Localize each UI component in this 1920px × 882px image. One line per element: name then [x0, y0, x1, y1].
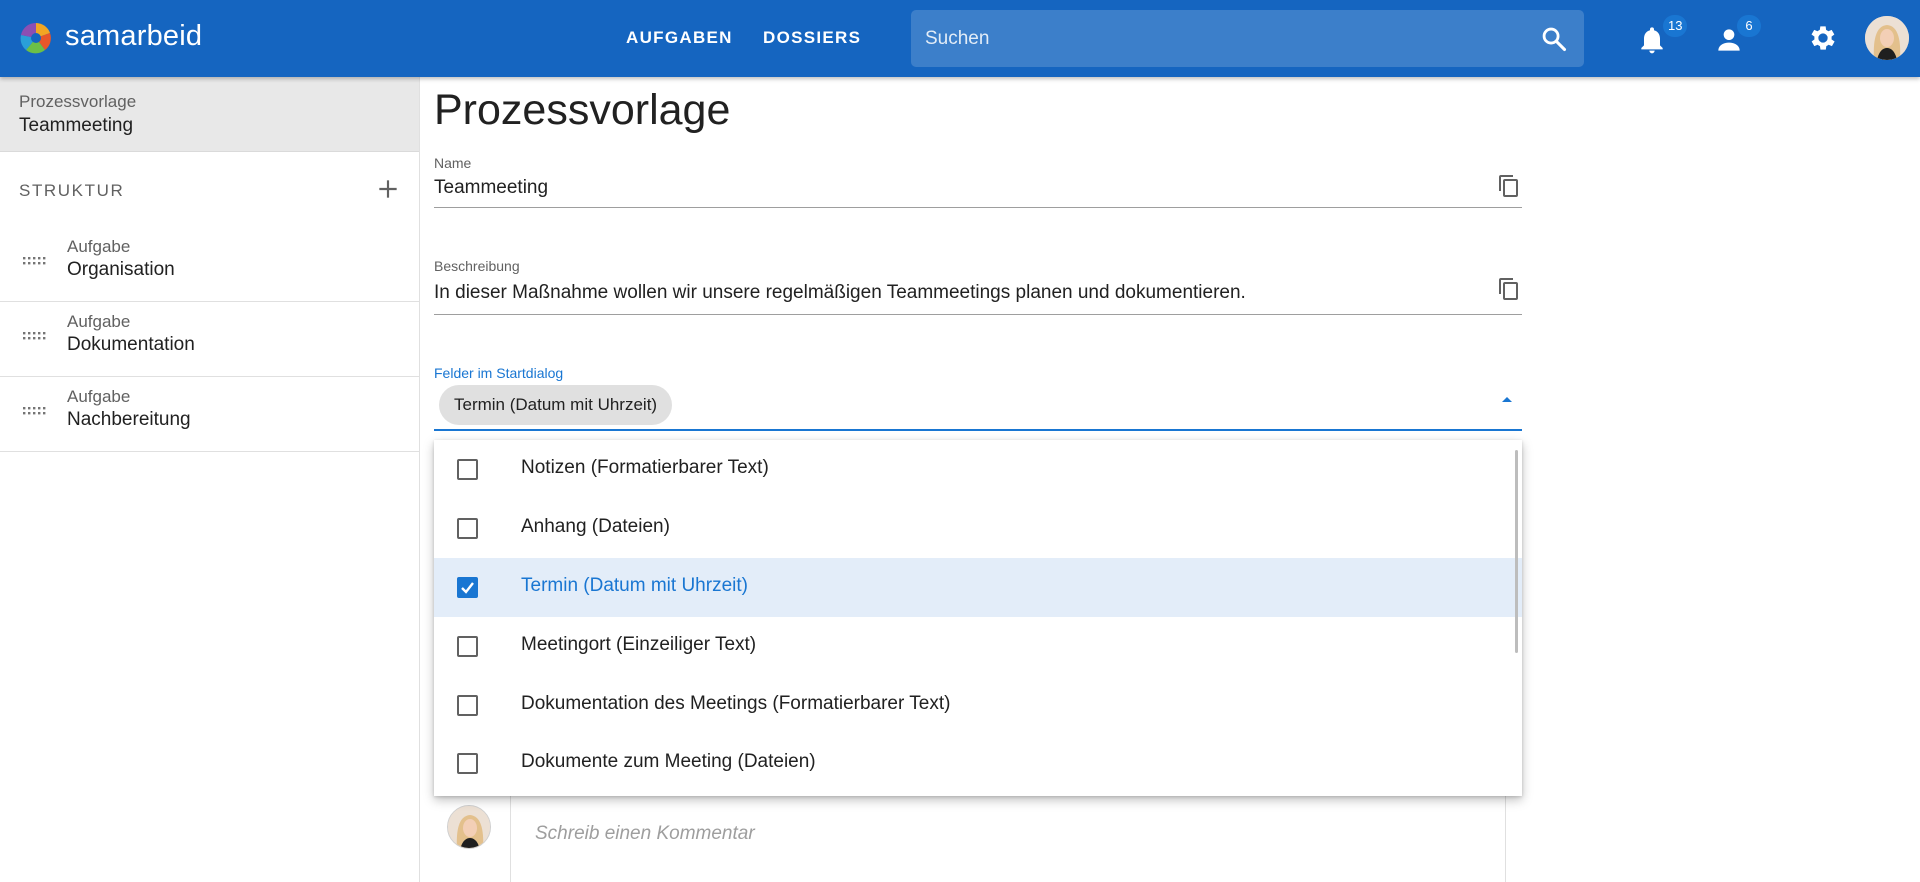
- option-label: Dokumentation des Meetings (Formatierbar…: [521, 693, 951, 714]
- name-underline: [434, 207, 1522, 208]
- comment-box: [510, 790, 1506, 882]
- structure-title: STRUKTUR: [19, 181, 125, 200]
- option-label: Dokumente zum Meeting (Dateien): [521, 751, 816, 772]
- breadcrumb[interactable]: Prozessvorlage Teammeeting: [0, 77, 419, 152]
- task-name: Organisation: [67, 259, 175, 280]
- description-label: Beschreibung: [434, 258, 520, 274]
- option-label: Termin (Datum mit Uhrzeit): [521, 575, 748, 596]
- add-icon[interactable]: [375, 176, 401, 202]
- samarbeid-logo-icon[interactable]: [19, 21, 53, 55]
- breadcrumb-type: Prozessvorlage: [19, 92, 137, 111]
- task-name: Dokumentation: [67, 334, 195, 355]
- checkbox-checked[interactable]: [457, 577, 478, 598]
- search-icon[interactable]: [1540, 25, 1568, 53]
- description-field[interactable]: In dieser Maßnahme wollen wir unsere reg…: [434, 282, 1246, 304]
- drag-handle-icon[interactable]: [22, 256, 46, 266]
- checkmark-icon: [461, 582, 474, 594]
- copy-icon[interactable]: [1497, 174, 1521, 198]
- name-field[interactable]: Teammeeting: [434, 177, 548, 199]
- option-termin[interactable]: Termin (Datum mit Uhrzeit): [434, 558, 1522, 617]
- option-anhang[interactable]: Anhang (Dateien): [434, 499, 1522, 558]
- option-dokumente-meeting[interactable]: Dokumente zum Meeting (Dateien): [434, 734, 1522, 793]
- search-input[interactable]: [925, 10, 1525, 67]
- app-bar: samarbeid AUFGABEN DOSSIERS 13 6: [0, 0, 1920, 77]
- sidebar-item-organisation[interactable]: Aufgabe Organisation: [0, 227, 419, 302]
- checkbox[interactable]: [457, 695, 478, 716]
- dropdown-scrollbar[interactable]: [1515, 450, 1518, 653]
- startdialog-chip[interactable]: Termin (Datum mit Uhrzeit): [439, 385, 673, 425]
- drag-handle-icon[interactable]: [22, 331, 46, 341]
- copy-icon[interactable]: [1497, 277, 1521, 301]
- checkbox[interactable]: [457, 459, 478, 480]
- option-meetingort[interactable]: Meetingort (Einzeiliger Text): [434, 617, 1522, 676]
- breadcrumb-name: Teammeeting: [19, 115, 134, 136]
- task-name: Nachbereitung: [67, 409, 191, 430]
- task-type: Aufgabe: [67, 387, 131, 406]
- checkbox[interactable]: [457, 753, 478, 774]
- option-label: Notizen (Formatierbarer Text): [521, 457, 769, 478]
- task-type: Aufgabe: [67, 237, 131, 256]
- nav-dossiers[interactable]: DOSSIERS: [763, 28, 861, 48]
- nav-aufgaben[interactable]: AUFGABEN: [626, 28, 733, 48]
- gear-icon[interactable]: [1807, 22, 1839, 54]
- sidebar: Prozessvorlage Teammeeting STRUKTUR Aufg…: [0, 77, 420, 882]
- option-notizen[interactable]: Notizen (Formatierbarer Text): [434, 440, 1522, 499]
- search-bar: [911, 10, 1584, 67]
- page-title: Prozessvorlage: [434, 86, 731, 134]
- sidebar-item-dokumentation[interactable]: Aufgabe Dokumentation: [0, 302, 419, 377]
- startdialog-dropdown[interactable]: Notizen (Formatierbarer Text) Anhang (Da…: [434, 440, 1522, 796]
- comment-input[interactable]: [535, 819, 1435, 849]
- startdialog-underline: [434, 429, 1522, 431]
- option-dokumentation-meeting[interactable]: Dokumentation des Meetings (Formatierbar…: [434, 676, 1522, 735]
- people-badge: 6: [1737, 15, 1761, 37]
- startdialog-label: Felder im Startdialog: [434, 365, 564, 381]
- description-underline: [434, 314, 1522, 315]
- option-label: Meetingort (Einzeiliger Text): [521, 634, 757, 655]
- drag-handle-icon[interactable]: [22, 406, 46, 416]
- checkbox[interactable]: [457, 518, 478, 539]
- sidebar-item-nachbereitung[interactable]: Aufgabe Nachbereitung: [0, 377, 419, 452]
- option-label: Anhang (Dateien): [521, 516, 670, 537]
- notification-badge: 13: [1663, 15, 1688, 37]
- name-label: Name: [434, 155, 472, 171]
- comment-avatar: [447, 805, 491, 849]
- chevron-up-icon[interactable]: [1500, 394, 1514, 404]
- brand-name[interactable]: samarbeid: [65, 20, 202, 53]
- user-avatar[interactable]: [1865, 16, 1909, 60]
- checkbox[interactable]: [457, 636, 478, 657]
- task-type: Aufgabe: [67, 312, 131, 331]
